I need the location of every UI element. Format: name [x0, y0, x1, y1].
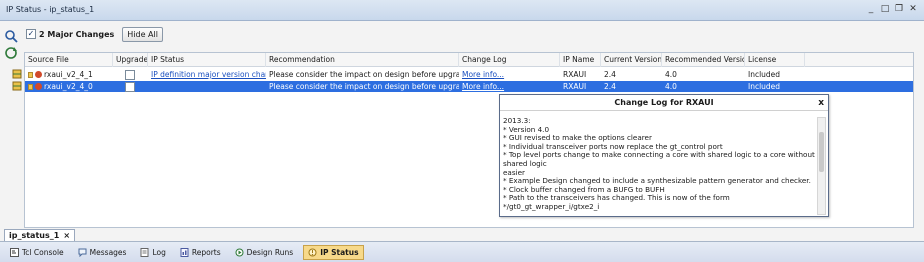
col-source-file[interactable]: Source File	[25, 53, 113, 67]
current-version-cell: 2.4	[604, 70, 616, 79]
console-icon	[10, 247, 19, 257]
change-log-link[interactable]: More info...	[459, 81, 560, 92]
log-icon	[140, 247, 149, 257]
ip-core-icon	[12, 69, 22, 79]
tab-ip-status-1[interactable]: ip_status_1 ×	[4, 229, 76, 241]
ip-status-link[interactable]: IP definition major version change.	[148, 69, 266, 80]
minimize-button[interactable]: _	[866, 4, 876, 15]
filter-bar: ✓ 2 Major Changes Hide All	[26, 26, 163, 42]
current-version-cell: 2.4	[604, 82, 616, 91]
tab-messages[interactable]: Messages	[74, 245, 131, 260]
close-button[interactable]: ✕	[908, 4, 918, 15]
col-recommended-version[interactable]: Recommended Version	[662, 53, 745, 67]
ip-name-cell: RXAUI	[563, 82, 587, 91]
col-ip-name[interactable]: IP Name	[560, 53, 601, 67]
float-button[interactable]: ❐	[894, 4, 904, 15]
tab-close-icon[interactable]: ×	[63, 230, 70, 241]
major-changes-toggle[interactable]: ✓ 2 Major Changes	[26, 29, 114, 39]
popup-close-button[interactable]: x	[818, 95, 824, 111]
ip-status-link[interactable]	[148, 81, 266, 92]
table-header: Source File Upgrade IP Status Recommenda…	[25, 53, 913, 67]
change-log-line: 2013.3:	[503, 117, 531, 125]
major-changes-label: 2 Major Changes	[39, 29, 115, 39]
upgrade-cell	[113, 81, 148, 92]
recommended-version-cell: 4.0	[665, 82, 677, 91]
reports-icon	[180, 247, 189, 257]
tab-design-runs[interactable]: Design Runs	[231, 245, 298, 260]
recommended-version-cell: 4.0	[665, 70, 677, 79]
search-icon[interactable]	[4, 29, 18, 43]
tab-reports[interactable]: Reports	[176, 245, 225, 260]
change-log-line: * Top level ports change to make connect…	[503, 150, 815, 168]
side-toolbar	[2, 26, 22, 63]
popup-scrollbar[interactable]	[817, 117, 826, 215]
license-cell: Included	[748, 82, 781, 91]
tab-label: ip_status_1	[9, 231, 60, 240]
popup-title: Change Log for RXAUI	[614, 98, 714, 107]
recommendation-cell: Please consider the impact on design bef…	[269, 82, 459, 91]
change-log-text: 2013.3: * Version 4.0 * GUI revised to m…	[503, 117, 815, 215]
ip-name-cell: RXAUI	[563, 70, 587, 79]
col-license[interactable]: License	[745, 53, 805, 67]
warning-icon	[35, 83, 42, 90]
tab-log[interactable]: Log	[136, 245, 169, 260]
change-log-link[interactable]: More info...	[459, 69, 560, 80]
popup-header: Change Log for RXAUI x	[500, 95, 828, 111]
upgrade-checkbox[interactable]	[125, 82, 135, 92]
col-upgrade[interactable]: Upgrade	[113, 53, 148, 67]
ip-status-window: IP Status - ip_status_1 _ □ ❐ ✕ ✓ 2 Majo…	[0, 0, 924, 262]
tab-tcl-console[interactable]: Tcl Console	[6, 245, 68, 260]
bottom-panel-tabs: Tcl Console Messages Log Reports Design …	[0, 241, 924, 262]
col-change-log[interactable]: Change Log	[459, 53, 560, 67]
change-log-line: * Path to the transceivers has changed. …	[503, 193, 730, 211]
major-changes-checkbox[interactable]: ✓	[26, 29, 36, 39]
col-ip-status[interactable]: IP Status	[148, 53, 266, 67]
messages-icon	[78, 248, 87, 257]
change-log-popup: Change Log for RXAUI x 2013.3: * Version…	[499, 94, 829, 217]
editor-tab-row: ip_status_1 ×	[4, 229, 76, 241]
warning-icon	[35, 71, 42, 78]
upgrade-checkbox[interactable]	[125, 70, 135, 80]
tab-ip-status[interactable]: IP Status	[303, 244, 364, 260]
window-controls: _ □ ❐ ✕	[866, 4, 918, 15]
refresh-icon[interactable]	[4, 46, 18, 60]
lock-icon	[28, 72, 33, 78]
title-bar: IP Status - ip_status_1 _ □ ❐ ✕	[0, 0, 924, 21]
ip-status-icon	[308, 248, 317, 256]
design-runs-icon	[235, 248, 244, 256]
ip-core-icon	[12, 81, 22, 91]
source-file-cell: rxaui_v2_4_1	[25, 69, 113, 80]
source-file-cell: rxaui_v2_4_0	[25, 81, 113, 92]
license-cell: Included	[748, 70, 781, 79]
popup-scroll-thumb[interactable]	[819, 132, 824, 172]
restore-button[interactable]: □	[880, 4, 890, 15]
table-row[interactable]: rxaui_v2_4_1 IP definition major version…	[12, 69, 913, 80]
upgrade-cell	[113, 69, 148, 80]
lock-icon	[28, 84, 33, 90]
table-row[interactable]: rxaui_v2_4_0 Please consider the impact …	[12, 81, 913, 92]
window-title: IP Status - ip_status_1	[6, 5, 95, 14]
recommendation-cell: Please consider the impact on design bef…	[269, 70, 459, 79]
col-recommendation[interactable]: Recommendation	[266, 53, 459, 67]
hide-all-button[interactable]: Hide All	[122, 26, 163, 42]
col-current-version[interactable]: Current Version	[601, 53, 662, 67]
